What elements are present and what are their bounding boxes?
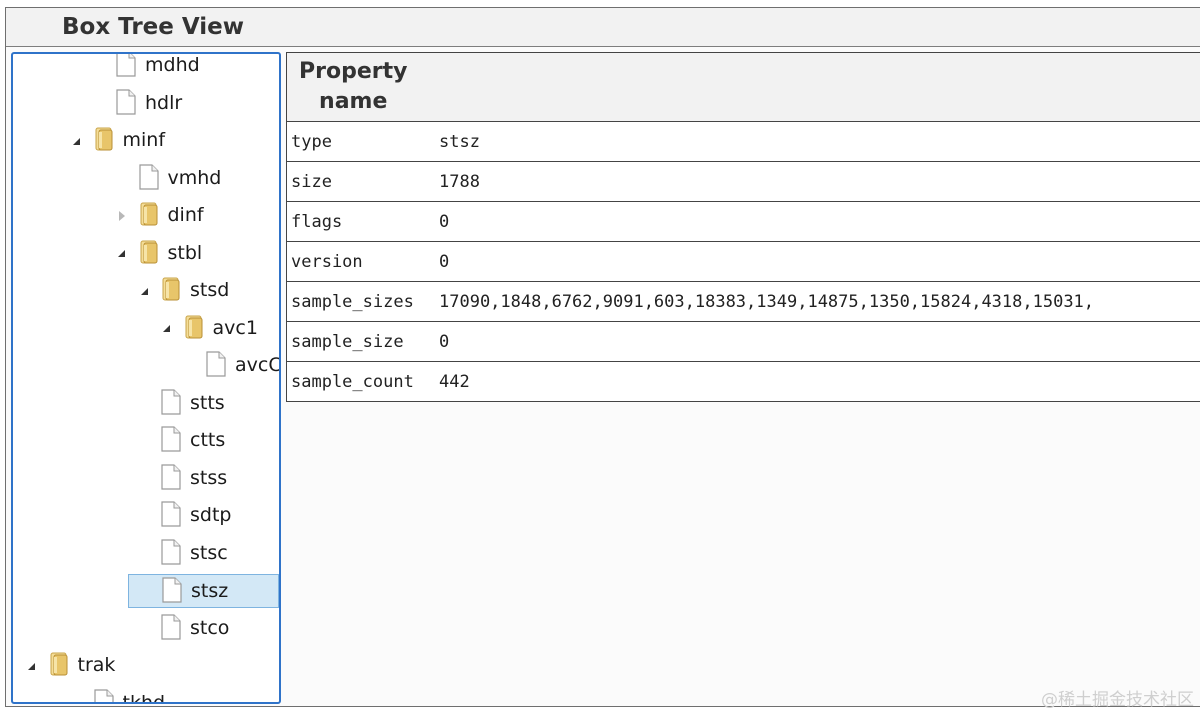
tree-item-label: sdtp [190,504,232,526]
tree-item-ctts[interactable]: ctts [13,424,279,458]
box-tree-panel[interactable]: mdhd hdlr minf vmhd dinf stbl stsd avc1 avcC stts… [11,52,281,704]
property-value-cell: 1788 [435,161,1200,202]
tree-item-stbl[interactable]: stbl [13,237,279,271]
tree-item-label: stts [190,391,225,414]
watermark-text: @稀土掘金技术社区 [1041,690,1194,710]
file-icon [160,501,182,527]
property-row[interactable]: sample_sizes 17090,1848,6762,9091,603,183… [286,281,1200,322]
expand-arrow-icon[interactable] [71,135,83,147]
folder-icon [138,239,160,265]
tree-item-stco[interactable]: stco [13,612,279,646]
property-name-cell: sample_size [286,321,435,362]
tree-item-label: stsz [191,580,229,602]
folder-icon [183,314,205,340]
file-icon [160,613,182,640]
box-tree-window: Box Tree View mdhd hdlr minf vmhd dinf stbl st… [5,7,1200,707]
tree-item-label: minf [122,129,166,151]
tree-item-stsz[interactable]: stsz [128,574,279,608]
tree-item-label: trak [77,654,116,676]
property-name-cell: sample_sizes [286,281,435,322]
tree-item-avcC[interactable]: avcC [13,349,279,383]
property-value-cell: 0 [435,241,1200,282]
tree-item-label: hdlr [145,91,183,114]
file-icon [205,351,227,377]
tree-item-trak[interactable]: trak [13,649,279,683]
file-icon [115,54,137,77]
tree-item-stss[interactable]: stss [13,462,279,496]
property-value-cell: 0 [435,201,1200,242]
file-icon [160,463,182,490]
tree-item-label: tkhd [122,691,166,704]
file-icon [160,426,182,452]
folder-icon [160,276,182,302]
tree-item-label: stsd [190,279,230,301]
tree-item-tkhd[interactable]: tkhd [13,687,279,704]
property-value-cell: 17090,1848,6762,9091,603,18383,1349,1487… [435,281,1200,322]
tree-item-label: stsc [190,541,228,564]
tree-item-avc1[interactable]: avc1 [13,312,279,346]
tree-item-minf[interactable]: minf [13,124,279,158]
property-name-cell: sample_count [286,361,435,402]
folder-icon [93,126,115,152]
properties-table: Property name type stsz size 1788 flags 0 versi… [286,52,1200,402]
file-icon [93,688,115,702]
tree-item-label: stco [190,616,230,639]
folder-icon [138,201,160,227]
property-name-header-label: Property name [299,59,408,114]
property-row[interactable]: type stsz [286,121,1200,162]
tree-item-label: stbl [167,241,203,264]
property-row[interactable]: sample_count 442 [286,361,1200,402]
tree-item-label: mdhd [145,54,200,76]
tree-item-label: avc1 [212,316,258,339]
title-bar: Box Tree View [6,8,1200,47]
folder-icon [48,651,70,677]
tree-item-label: vmhd [167,166,222,189]
property-row[interactable]: size 1788 [286,161,1200,202]
tree-item-label: avcC [235,354,281,376]
expand-arrow-icon[interactable] [138,285,150,297]
tree-item-mdhd[interactable]: mdhd [13,54,279,83]
property-row[interactable]: flags 0 [286,201,1200,242]
tree-item-label: stss [190,466,228,489]
file-icon [115,88,137,115]
property-value-cell: 0 [435,321,1200,362]
property-name-header[interactable]: Property name [286,52,1200,122]
property-name-cell: version [286,241,435,282]
property-name-cell: type [286,121,435,162]
property-row[interactable]: version 0 [286,241,1200,282]
window-title: Box Tree View [62,14,245,40]
collapse-arrow-icon[interactable] [116,210,128,222]
file-icon [138,163,160,190]
file-icon [161,577,183,603]
property-value-cell: 442 [435,361,1200,402]
properties-panel: Property name type stsz size 1788 flags 0 versi… [286,52,1200,706]
property-value-cell: stsz [435,121,1200,162]
file-icon [160,538,182,565]
tree-item-vmhd[interactable]: vmhd [13,162,279,196]
tree-item-label: dinf [167,204,204,226]
expand-arrow-icon[interactable] [116,248,128,260]
property-name-cell: size [286,161,435,202]
tree-item-dinf[interactable]: dinf [13,199,279,233]
tree-item-stsc[interactable]: stsc [13,537,279,571]
tree-item-label: ctts [190,429,226,451]
properties-header-row: Property name [286,52,1200,122]
tree-item-hdlr[interactable]: hdlr [13,87,279,121]
tree-item-sdtp[interactable]: sdtp [13,499,279,533]
property-row[interactable]: sample_size 0 [286,321,1200,362]
properties-body: type stsz size 1788 flags 0 version 0 sample_siz… [286,121,1200,402]
tree-item-stts[interactable]: stts [13,387,279,421]
expand-arrow-icon[interactable] [161,323,173,335]
file-icon [160,388,182,415]
property-name-cell: flags [286,201,435,242]
expand-arrow-icon[interactable] [26,660,38,672]
tree-item-stsd[interactable]: stsd [13,274,279,308]
